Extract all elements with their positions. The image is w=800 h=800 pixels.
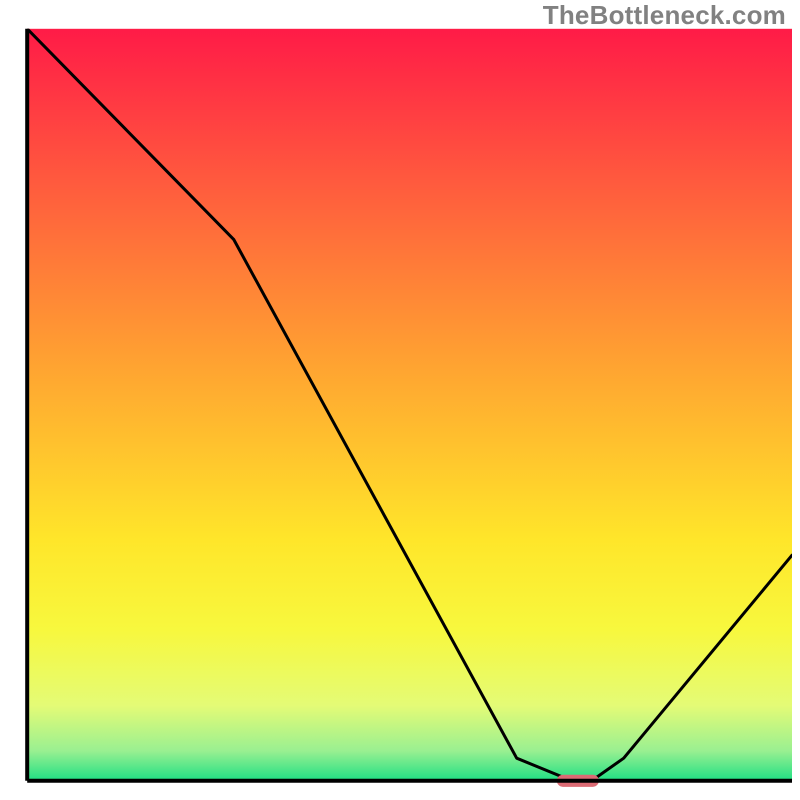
bottleneck-chart xyxy=(0,0,800,800)
watermark-label: TheBottleneck.com xyxy=(543,0,786,31)
gradient-background xyxy=(27,29,792,781)
chart-container: TheBottleneck.com xyxy=(0,0,800,800)
